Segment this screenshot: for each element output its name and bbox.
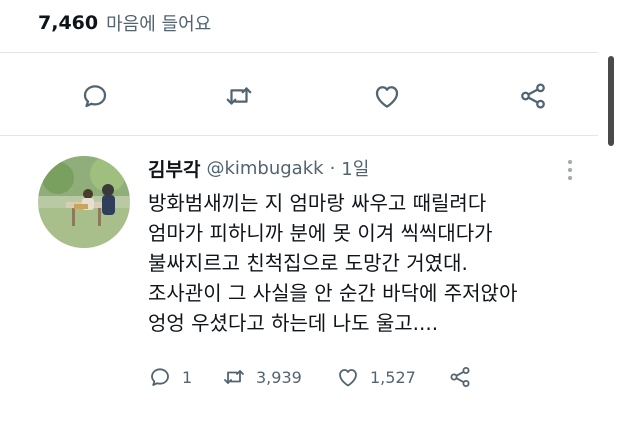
share-button[interactable] — [516, 79, 550, 113]
reply-like-button[interactable]: 1,527 — [336, 365, 448, 389]
tweet-text-line: 엄마가 피하니까 분에 못 이겨 씩씩대다가 — [148, 221, 493, 245]
more-dot-icon — [568, 176, 572, 180]
tweet-action-bar — [0, 65, 598, 127]
reply-reply-button[interactable]: 1 — [148, 365, 222, 389]
divider-top — [0, 52, 598, 53]
author-name[interactable]: 김부각 — [148, 155, 200, 182]
tweet-text: 방화범새끼는 지 엄마랑 싸우고 때릴려다 엄마가 피하니까 분에 못 이겨 씩… — [148, 188, 598, 338]
retweet-icon — [226, 87, 252, 105]
more-options-button[interactable] — [558, 156, 582, 184]
tweet-text-line: 방화범새끼는 지 엄마랑 싸우고 때릴려다 — [148, 191, 487, 215]
like-count: 1,527 — [370, 367, 416, 387]
share-icon — [521, 83, 545, 109]
more-dot-icon — [568, 168, 572, 172]
scrollbar[interactable] — [608, 56, 614, 146]
avatar[interactable] — [38, 156, 130, 248]
likes-stat[interactable]: 7,460 마음에 들어요 — [38, 6, 211, 40]
retweet-icon — [224, 370, 244, 384]
tweet-text-line: 조사관이 그 사실을 안 순간 바닥에 주저앉아 — [148, 281, 518, 305]
share-icon — [450, 367, 470, 387]
reply-count: 1 — [182, 367, 193, 387]
reply-header: 김부각 @kimbugakk · 1일 — [148, 154, 369, 182]
separator-dot: · — [329, 157, 336, 179]
like-icon — [375, 86, 399, 108]
reply-action-bar: 1 3,939 1,527 — [148, 362, 472, 392]
reply-icon — [83, 85, 107, 108]
tweet-detail-view: 7,460 마음에 들어요 김부각 @kimbugakk · 1일 방화범새끼는… — [0, 0, 640, 426]
scrollbar-thumb[interactable] — [608, 56, 614, 146]
reply-share-button[interactable] — [448, 365, 472, 389]
like-button[interactable] — [370, 79, 404, 113]
more-dot-icon — [568, 160, 572, 164]
reply-icon — [151, 368, 169, 386]
post-timestamp[interactable]: 1일 — [341, 155, 369, 181]
like-icon — [339, 369, 357, 387]
tweet-text-line: 엉엉 우셨다고 하는데 나도 울고.... — [148, 311, 439, 335]
retweet-count: 3,939 — [256, 367, 302, 387]
author-handle[interactable]: @kimbugakk — [206, 158, 323, 179]
divider-bottom — [0, 135, 598, 136]
tweet-text-line: 불싸지르고 친척집으로 도망간 거였대. — [148, 251, 468, 275]
avatar-image — [38, 156, 130, 248]
likes-count: 7,460 — [38, 12, 99, 34]
reply-button[interactable] — [78, 79, 112, 113]
reply-retweet-button[interactable]: 3,939 — [222, 365, 336, 389]
likes-label: 마음에 들어요 — [106, 14, 212, 35]
retweet-button[interactable] — [222, 79, 256, 113]
reply-tweet[interactable]: 김부각 @kimbugakk · 1일 방화범새끼는 지 엄마랑 싸우고 때릴려… — [0, 140, 640, 426]
